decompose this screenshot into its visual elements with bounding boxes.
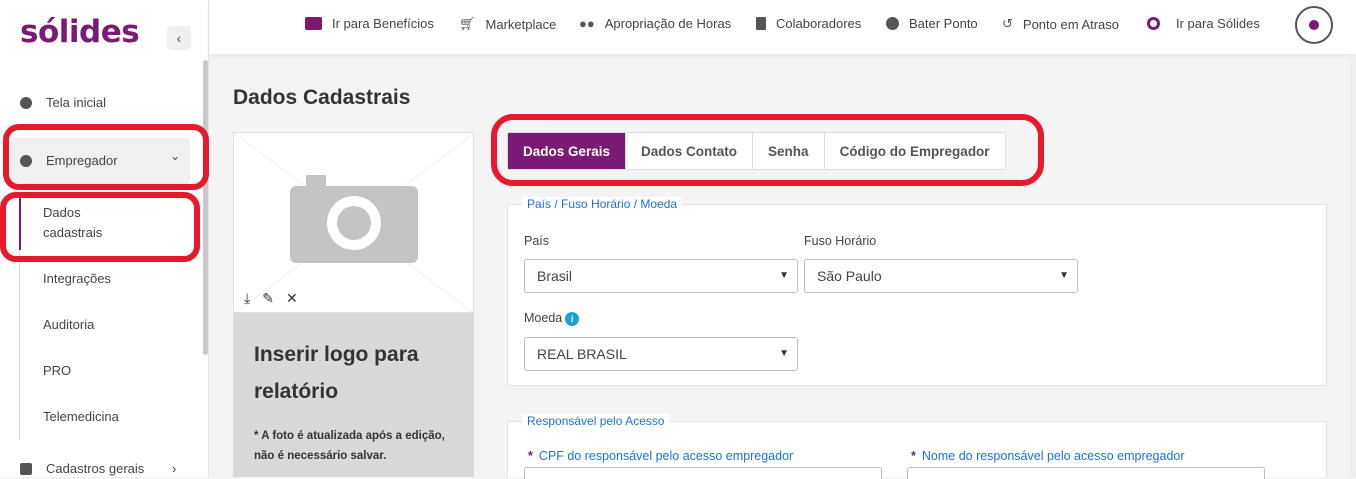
collapse-sidebar-button[interactable]: ‹: [167, 26, 191, 50]
top-link-marketplace[interactable]: 🛒︎ Marketplace: [459, 16, 556, 32]
chevron-down-icon: ▼: [779, 270, 789, 281]
fieldset-pais-fuso-moeda: País / Fuso Horário / Moeda País Brasil …: [507, 197, 1327, 386]
page-title: Dados Cadastrais: [233, 86, 411, 109]
name-label-wrap: * Nome do responsável pelo acesso emprega…: [911, 449, 1185, 463]
top-link-colaboradores[interactable]: Colaboradores: [756, 16, 861, 31]
fieldset-legend: Responsável pelo Acesso: [522, 414, 670, 428]
logo-upload-area[interactable]: ⤓ ✎ ✕: [233, 132, 474, 313]
highlight-employer: [3, 124, 209, 190]
highlight-tabs: [491, 114, 1044, 186]
top-link-ponto-atraso[interactable]: ↺ Ponto em Atraso: [1002, 16, 1119, 32]
top-link-label: Colaboradores: [776, 16, 862, 31]
sidebar-subitem-telemedicina[interactable]: Telemedicina: [43, 407, 119, 427]
sidebar-subitem-integracoes[interactable]: Integrações: [43, 269, 111, 289]
chevron-right-icon: ›: [172, 461, 177, 476]
country-label: País: [524, 234, 550, 248]
history-icon: ↺: [1002, 16, 1013, 31]
users-icon: ●●: [579, 16, 595, 31]
sidebar-item-label: Tela inicial: [46, 95, 106, 110]
download-icon[interactable]: ⤓: [244, 290, 250, 307]
timezone-value: São Paulo: [817, 268, 882, 284]
logo-card-title: Inserir logo para relatório: [254, 343, 419, 403]
sidebar-subitem-pro[interactable]: PRO: [43, 361, 71, 381]
name-input[interactable]: [907, 467, 1265, 479]
logo-card-note: * A foto é atualizada após a edição, não…: [254, 430, 445, 462]
currency-select[interactable]: REAL BRASIL ▼: [524, 337, 798, 371]
clock-icon: [886, 17, 899, 30]
country-select[interactable]: Brasil ▼: [524, 259, 798, 293]
cpf-label-wrap: * CPF do responsável pelo acesso empregad…: [528, 449, 793, 463]
cpf-input[interactable]: [524, 467, 882, 479]
country-value: Brasil: [537, 268, 573, 284]
top-link-solides[interactable]: Ir para Sólides: [1147, 16, 1260, 31]
sidebar-item-label: Cadastros gerais: [46, 461, 145, 476]
top-link-label: Ir para Sólides: [1176, 16, 1260, 31]
top-link-label: Marketplace: [485, 16, 557, 32]
chevron-left-icon: ‹: [176, 30, 182, 46]
main-scrollbar[interactable]: [1350, 54, 1356, 477]
required-mark: *: [911, 449, 916, 463]
dashboard-icon: [20, 96, 32, 109]
sidebar-subitem-auditoria[interactable]: Auditoria: [43, 315, 94, 335]
highlight-dados-cadastrais: [0, 192, 200, 262]
book-icon: [756, 17, 766, 30]
sidebar-item-home[interactable]: Tela inicial: [20, 95, 106, 110]
solides-icon: [1147, 17, 1160, 30]
currency-value: REAL BRASIL: [537, 346, 627, 362]
cpf-label: CPF do responsável pelo acesso empregado…: [538, 449, 794, 463]
chevron-down-icon: ▼: [779, 348, 789, 359]
top-link-beneficios[interactable]: Ir para Benefícios: [305, 16, 434, 31]
user-icon: [1309, 20, 1319, 30]
chevron-down-icon: ▼: [1059, 270, 1069, 281]
top-link-label: Apropriação de Horas: [604, 16, 732, 31]
logo-toolbar: ⤓ ✎ ✕: [244, 290, 298, 307]
timezone-label: Fuso Horário: [804, 234, 877, 248]
solides-logo[interactable]: sólides: [20, 14, 140, 50]
timezone-select[interactable]: São Paulo ▼: [804, 259, 1078, 293]
top-link-label: Ponto em Atraso: [1022, 16, 1120, 32]
required-mark: *: [528, 449, 533, 463]
top-link-apropriacao[interactable]: ●● Apropriação de Horas: [579, 16, 731, 31]
name-label: Nome do responsável pelo acesso empregad…: [921, 449, 1185, 463]
cart-icon: 🛒︎: [459, 16, 476, 31]
wallet-icon: [305, 17, 322, 30]
top-link-label: Bater Ponto: [909, 16, 978, 31]
edit-icon[interactable]: ✎: [262, 290, 274, 307]
camera-placeholder-icon: [234, 133, 473, 312]
logo-card: ⤓ ✎ ✕ Inserir logo para relatório * A fo…: [233, 132, 474, 477]
fieldset-responsavel: Responsável pelo Acesso * CPF do responsá…: [507, 414, 1327, 479]
top-link-label: Ir para Benefícios: [332, 16, 434, 31]
user-avatar[interactable]: [1295, 6, 1333, 44]
sidebar-scrollbar[interactable]: [203, 60, 208, 355]
top-link-bater-ponto[interactable]: Bater Ponto: [886, 16, 978, 31]
sidebar-item-cadastros-gerais[interactable]: Cadastros gerais ›: [20, 461, 182, 476]
fieldset-legend: País / Fuso Horário / Moeda: [522, 197, 683, 211]
info-icon[interactable]: i: [565, 311, 580, 326]
close-icon[interactable]: ✕: [286, 290, 298, 307]
plus-square-icon: [20, 462, 32, 475]
currency-label-wrap: Moeda i: [524, 311, 580, 326]
currency-label: Moeda: [524, 311, 563, 325]
